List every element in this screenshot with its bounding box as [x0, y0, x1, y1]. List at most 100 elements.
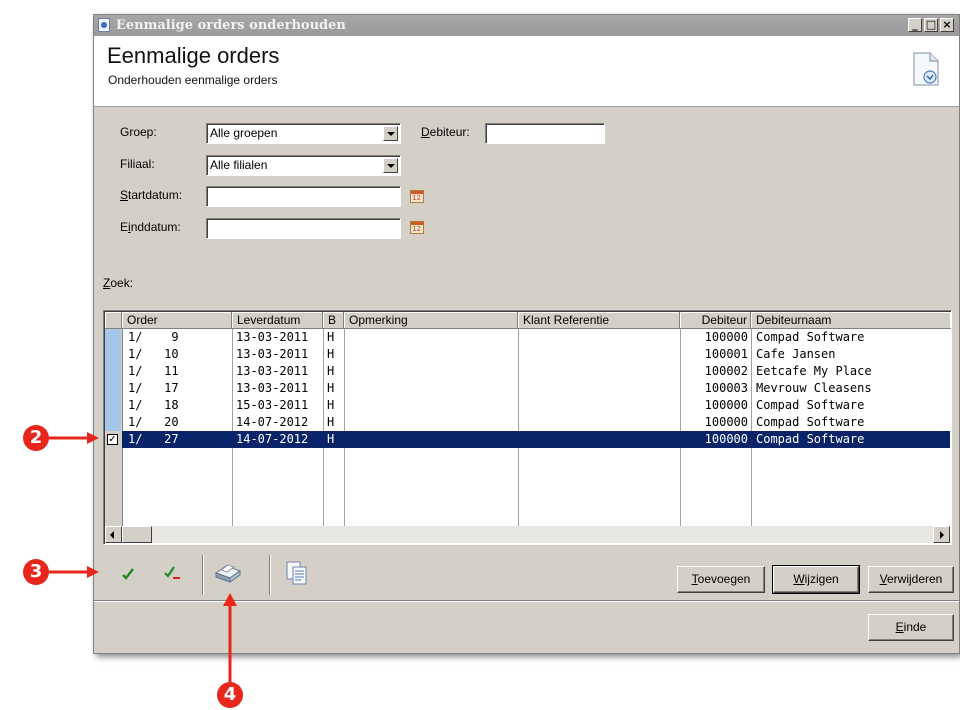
cell-b: H: [327, 364, 335, 378]
row-marker[interactable]: [105, 329, 121, 346]
cell-debiteur: 100002: [704, 364, 748, 378]
callout-2: 2: [23, 425, 49, 451]
scroll-thumb[interactable]: [122, 526, 152, 543]
cell-debiteurnaam: Mevrouw Cleasens: [756, 381, 872, 395]
einddatum-label: Einddatum:: [120, 220, 181, 234]
horizontal-scrollbar[interactable]: [105, 526, 950, 543]
einddatum-calendar-icon[interactable]: [410, 221, 424, 234]
cell-order: 1/ 11: [128, 364, 179, 378]
arrow-right-icon: [49, 432, 99, 444]
cell-leverdatum: 13-03-2011: [236, 364, 309, 378]
cell-b: H: [327, 432, 335, 446]
cell-leverdatum: 13-03-2011: [236, 381, 309, 395]
column-header-b[interactable]: B: [323, 312, 344, 329]
cell-leverdatum: 14-07-2012: [236, 432, 309, 446]
minimize-button[interactable]: _: [908, 18, 922, 32]
callout-3: 3: [23, 559, 49, 585]
cell-leverdatum: 13-03-2011: [236, 347, 309, 361]
arrow-right-icon: [49, 566, 99, 578]
filiaal-label: Filiaal:: [120, 157, 155, 171]
cell-debiteur: 100000: [704, 330, 748, 344]
verwijderen-button[interactable]: Verwijderen: [868, 566, 954, 593]
grid-header: Order Leverdatum B Opmerking Klant Refer…: [105, 312, 951, 329]
toolbar-separator: [202, 555, 204, 595]
cell-leverdatum: 14-07-2012: [236, 415, 309, 429]
check-icon[interactable]: [121, 567, 135, 581]
column-divider: [751, 329, 752, 526]
row-marker[interactable]: [105, 414, 121, 431]
debiteur-label: Debiteur:: [421, 125, 470, 139]
uncheck-icon[interactable]: [164, 565, 182, 581]
cell-debiteurnaam: Compad Software: [756, 432, 865, 446]
cell-order: 1/ 10: [128, 347, 179, 361]
cell-order: 1/ 9: [128, 330, 179, 344]
groep-select[interactable]: Alle groepen: [206, 123, 401, 144]
cell-order: 1/ 27: [128, 432, 179, 446]
column-divider: [232, 329, 233, 526]
startdatum-calendar-icon[interactable]: [410, 190, 424, 203]
page-title: Eenmalige orders: [107, 43, 280, 68]
column-header-leverdatum[interactable]: Leverdatum: [232, 312, 323, 329]
toevoegen-button[interactable]: Toevoegen: [677, 566, 765, 593]
einde-button[interactable]: Einde: [868, 614, 954, 641]
cell-debiteur: 100001: [704, 347, 748, 361]
close-button[interactable]: ×: [940, 18, 954, 32]
cell-debiteur: 100000: [704, 398, 748, 412]
column-divider: [518, 329, 519, 526]
orders-grid[interactable]: Order Leverdatum B Opmerking Klant Refer…: [103, 310, 952, 545]
column-header-debiteurnaam[interactable]: Debiteurnaam: [751, 312, 951, 329]
scroll-left-button[interactable]: [105, 526, 122, 543]
groep-dropdown-button[interactable]: [383, 126, 398, 141]
header-panel: Eenmalige orders Onderhouden eenmalige o…: [94, 36, 959, 107]
filiaal-value: Alle filialen: [210, 158, 268, 172]
row-marker[interactable]: [105, 363, 121, 380]
cell-b: H: [327, 398, 335, 412]
filiaal-select[interactable]: Alle filialen: [206, 155, 401, 176]
callout-4: 4: [217, 682, 243, 708]
cell-debiteur: 100003: [704, 381, 748, 395]
column-divider: [323, 329, 324, 526]
cell-debiteur: 100000: [704, 432, 748, 446]
cell-order: 1/ 20: [128, 415, 179, 429]
row-marker[interactable]: [105, 346, 121, 363]
cell-b: H: [327, 381, 335, 395]
cell-debiteur: 100000: [704, 415, 748, 429]
row-checkbox[interactable]: ✓: [107, 434, 118, 445]
cell-order: 1/ 17: [128, 381, 179, 395]
startdatum-input[interactable]: [206, 186, 401, 207]
cell-debiteurnaam: Compad Software: [756, 398, 865, 412]
row-marker[interactable]: [105, 380, 121, 397]
document-icon: [913, 52, 939, 86]
column-divider: [344, 329, 345, 526]
title-bar[interactable]: Eenmalige orders onderhouden _ □ ×: [94, 15, 959, 36]
copy-document-icon[interactable]: [285, 560, 309, 586]
cell-debiteurnaam: Compad Software: [756, 415, 865, 429]
column-header-klant-referentie[interactable]: Klant Referentie: [518, 312, 680, 329]
groep-value: Alle groepen: [210, 126, 278, 140]
cell-b: H: [327, 415, 335, 429]
column-header-debiteur[interactable]: Debiteur: [680, 312, 751, 329]
filiaal-dropdown-button[interactable]: [383, 158, 398, 173]
window: Eenmalige orders onderhouden _ □ × Eenma…: [93, 14, 960, 654]
app-icon: [98, 18, 110, 32]
row-marker[interactable]: [105, 397, 121, 414]
cell-leverdatum: 15-03-2011: [236, 398, 309, 412]
maximize-button[interactable]: □: [924, 18, 938, 32]
debiteur-input[interactable]: [485, 123, 605, 144]
cell-leverdatum: 13-03-2011: [236, 330, 309, 344]
column-header-order[interactable]: Order: [122, 312, 232, 329]
groep-label: Groep:: [120, 125, 157, 139]
cell-debiteurnaam: Compad Software: [756, 330, 865, 344]
grid-header-corner: [105, 312, 122, 329]
page-subtitle: Onderhouden eenmalige orders: [108, 73, 278, 87]
scroll-right-button[interactable]: [933, 526, 950, 543]
cell-debiteurnaam: Eetcafe My Place: [756, 364, 872, 378]
cell-debiteurnaam: Cafe Jansen: [756, 347, 836, 361]
window-title: Eenmalige orders onderhouden: [116, 18, 346, 33]
wijzigen-button[interactable]: Wijzigen: [772, 565, 860, 594]
einddatum-input[interactable]: [206, 218, 401, 239]
printer-icon[interactable]: [212, 561, 244, 585]
arrow-up-icon: [223, 593, 237, 684]
cell-b: H: [327, 347, 335, 361]
column-header-opmerking[interactable]: Opmerking: [344, 312, 518, 329]
